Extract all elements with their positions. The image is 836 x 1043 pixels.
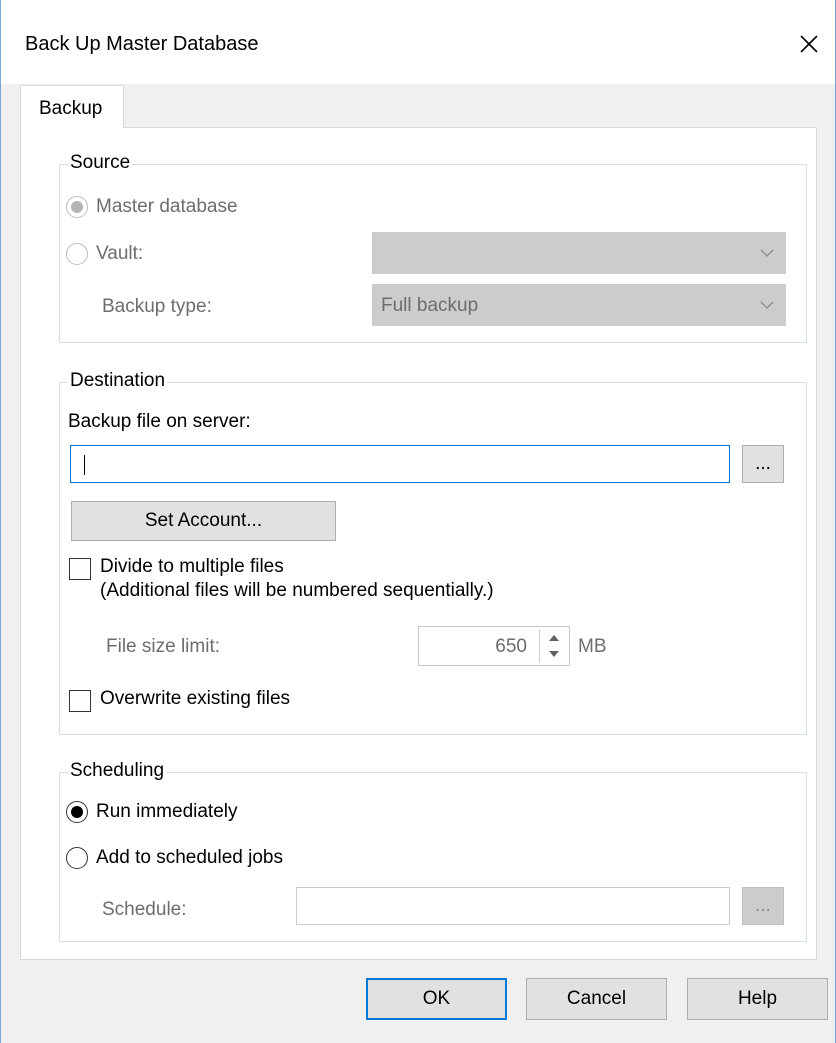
text-caret xyxy=(84,455,85,475)
ok-label: OK xyxy=(422,988,451,1009)
radio-dot xyxy=(71,201,83,213)
master-database-label: Master database xyxy=(96,196,238,217)
schedule-browse-label: ... xyxy=(755,895,771,916)
radio-dot xyxy=(71,806,83,818)
help-button[interactable]: Help xyxy=(687,978,828,1020)
backup-file-label: Backup file on server: xyxy=(68,411,251,432)
overwrite-checkbox[interactable] xyxy=(69,690,91,712)
tab-backup[interactable]: Backup xyxy=(20,85,124,128)
overwrite-label: Overwrite existing files xyxy=(100,688,291,709)
help-label: Help xyxy=(737,988,778,1009)
run-immediately-label: Run immediately xyxy=(96,801,238,822)
vault-select[interactable] xyxy=(372,232,786,274)
run-immediately-radio[interactable] xyxy=(66,801,88,823)
set-account-button[interactable]: Set Account... xyxy=(71,501,336,541)
scheduling-group: Scheduling Run immediately Add to schedu… xyxy=(59,760,807,942)
tab-panel: Source Master database Vault: Backup typ… xyxy=(20,127,817,960)
browse-button[interactable]: ... xyxy=(742,445,784,483)
title-bar: Back Up Master Database xyxy=(1,0,835,84)
ok-button[interactable]: OK xyxy=(366,978,507,1020)
destination-group: Destination Backup file on server: ... S… xyxy=(59,370,807,735)
close-button[interactable] xyxy=(791,26,827,62)
file-size-spinner[interactable]: 650 xyxy=(418,626,570,666)
backup-file-input[interactable] xyxy=(70,445,730,483)
add-scheduled-label: Add to scheduled jobs xyxy=(96,847,283,868)
master-database-radio[interactable] xyxy=(66,196,88,218)
source-group: Source Master database Vault: Backup typ… xyxy=(59,152,807,343)
set-account-label: Set Account... xyxy=(144,510,263,531)
spin-down-icon[interactable] xyxy=(548,649,560,659)
backup-type-value: Full backup xyxy=(381,295,479,316)
dialog-title: Back Up Master Database xyxy=(25,33,259,55)
backup-type-select[interactable]: Full backup xyxy=(372,284,786,326)
divide-files-note: (Additional files will be numbered seque… xyxy=(100,580,494,601)
close-icon xyxy=(800,35,818,53)
schedule-input[interactable] xyxy=(296,887,730,925)
scheduling-legend: Scheduling xyxy=(68,760,167,782)
add-scheduled-radio[interactable] xyxy=(66,847,88,869)
file-size-label: File size limit: xyxy=(106,636,221,657)
file-size-unit: MB xyxy=(578,636,607,657)
destination-legend: Destination xyxy=(68,370,168,392)
backup-dialog: Back Up Master Database Backup Source Ma… xyxy=(0,0,836,1043)
cancel-button[interactable]: Cancel xyxy=(526,978,667,1020)
vault-radio[interactable] xyxy=(66,243,88,265)
source-legend: Source xyxy=(68,152,133,174)
chevron-down-icon xyxy=(760,249,774,257)
backup-type-label: Backup type: xyxy=(102,296,212,317)
tab-backup-label: Backup xyxy=(39,98,103,119)
schedule-label: Schedule: xyxy=(102,899,187,920)
spin-buttons xyxy=(539,629,567,663)
vault-label: Vault: xyxy=(96,243,144,264)
divide-files-label: Divide to multiple files xyxy=(100,556,284,577)
cancel-label: Cancel xyxy=(566,988,627,1009)
chevron-down-icon xyxy=(760,301,774,309)
spin-up-icon[interactable] xyxy=(548,633,560,643)
browse-button-label: ... xyxy=(755,453,771,474)
schedule-browse-button[interactable]: ... xyxy=(742,887,784,925)
divide-files-checkbox[interactable] xyxy=(69,558,91,580)
file-size-value: 650 xyxy=(495,636,527,657)
